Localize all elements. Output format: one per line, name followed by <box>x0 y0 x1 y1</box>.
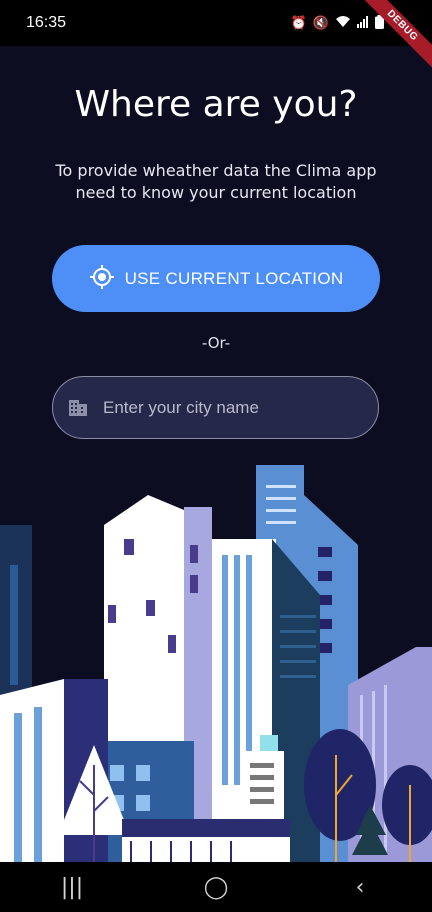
signal-icon <box>357 15 369 31</box>
city-building-icon <box>67 396 89 420</box>
back-icon[interactable]: ‹ <box>330 875 390 900</box>
use-current-location-button[interactable]: USE CURRENT LOCATION <box>52 245 380 312</box>
or-divider-text: -Or- <box>201 334 231 352</box>
city-skyline-illustration <box>0 465 432 863</box>
use-current-location-label: USE CURRENT LOCATION <box>124 268 344 288</box>
page-title: Where are you? <box>74 84 358 125</box>
mute-icon: 🔇 <box>312 15 329 31</box>
page-subtitle: To provide wheather data the Clima app n… <box>55 161 377 202</box>
recent-apps-icon[interactable]: ||| <box>42 875 102 900</box>
status-icons: ⏰ 🔇 <box>290 14 384 32</box>
gps-icon <box>89 264 115 294</box>
status-time: 16:35 <box>26 14 67 31</box>
city-name-input[interactable] <box>101 396 345 419</box>
status-bar: 16:35 ⏰ 🔇 <box>0 0 432 46</box>
city-input-container[interactable] <box>52 376 379 439</box>
home-icon[interactable]: ◯ <box>186 875 246 900</box>
alarm-icon: ⏰ <box>290 15 307 31</box>
wifi-icon <box>335 15 351 31</box>
system-nav-bar: ||| ◯ ‹ <box>0 862 432 912</box>
